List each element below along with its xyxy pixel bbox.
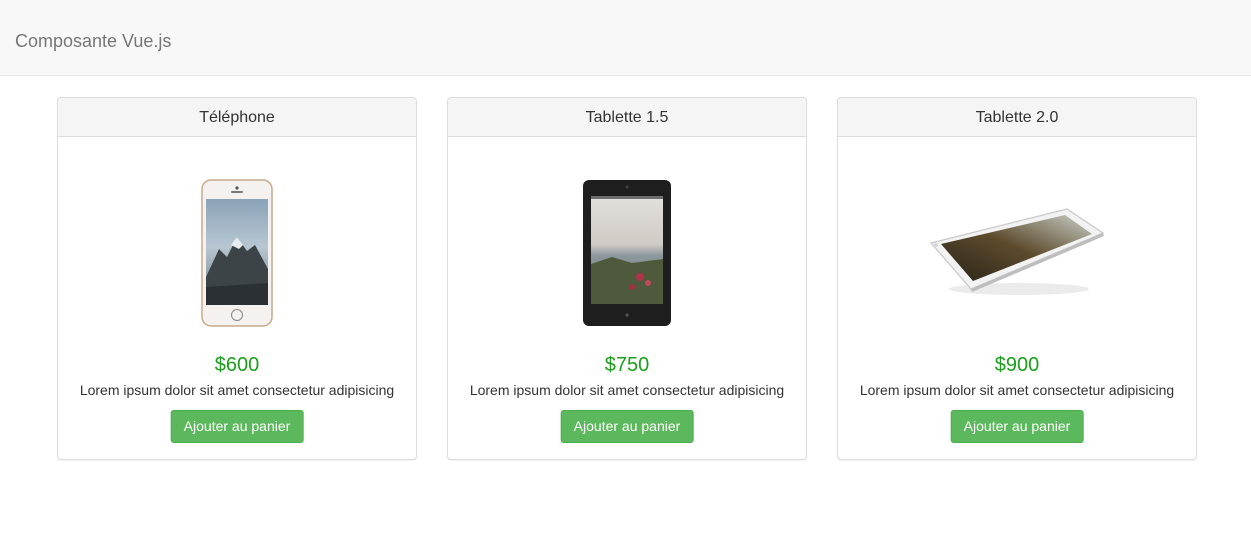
product-price: $900: [994, 354, 1040, 376]
product-body: $900 Lorem ipsum dolor sit amet consecte…: [838, 137, 1196, 459]
product-price: $750: [604, 354, 650, 376]
smartphone-image: [58, 175, 416, 331]
product-title: Téléphone: [58, 98, 416, 137]
product-card: Téléphone $600 Lorem ipsum dolor sit ame…: [57, 97, 417, 460]
product-body: $600 Lorem ipsum dolor sit amet consecte…: [58, 137, 416, 459]
tablet-landscape-image: [838, 175, 1196, 331]
navbar-brand[interactable]: Composante Vue.js: [15, 31, 171, 51]
product-body: $750 Lorem ipsum dolor sit amet consecte…: [448, 137, 806, 459]
product-description: Lorem ipsum dolor sit amet consectetur a…: [469, 382, 785, 398]
tablet-image: [448, 175, 806, 331]
navbar: Composante Vue.js: [0, 0, 1251, 76]
add-to-cart-button[interactable]: Ajouter au panier: [950, 410, 1084, 443]
product-description: Lorem ipsum dolor sit amet consectetur a…: [859, 382, 1175, 398]
product-description: Lorem ipsum dolor sit amet consectetur a…: [79, 382, 395, 398]
add-to-cart-button[interactable]: Ajouter au panier: [170, 410, 304, 443]
product-title: Tablette 1.5: [448, 98, 806, 137]
product-price: $600: [214, 354, 260, 376]
add-to-cart-button[interactable]: Ajouter au panier: [560, 410, 694, 443]
product-card: Tablette 1.5 $750 Lorem ipsum dolor sit …: [447, 97, 807, 460]
product-title: Tablette 2.0: [838, 98, 1196, 137]
product-card: Tablette 2.0 $900 Lorem ipsum dolor sit …: [837, 97, 1197, 460]
